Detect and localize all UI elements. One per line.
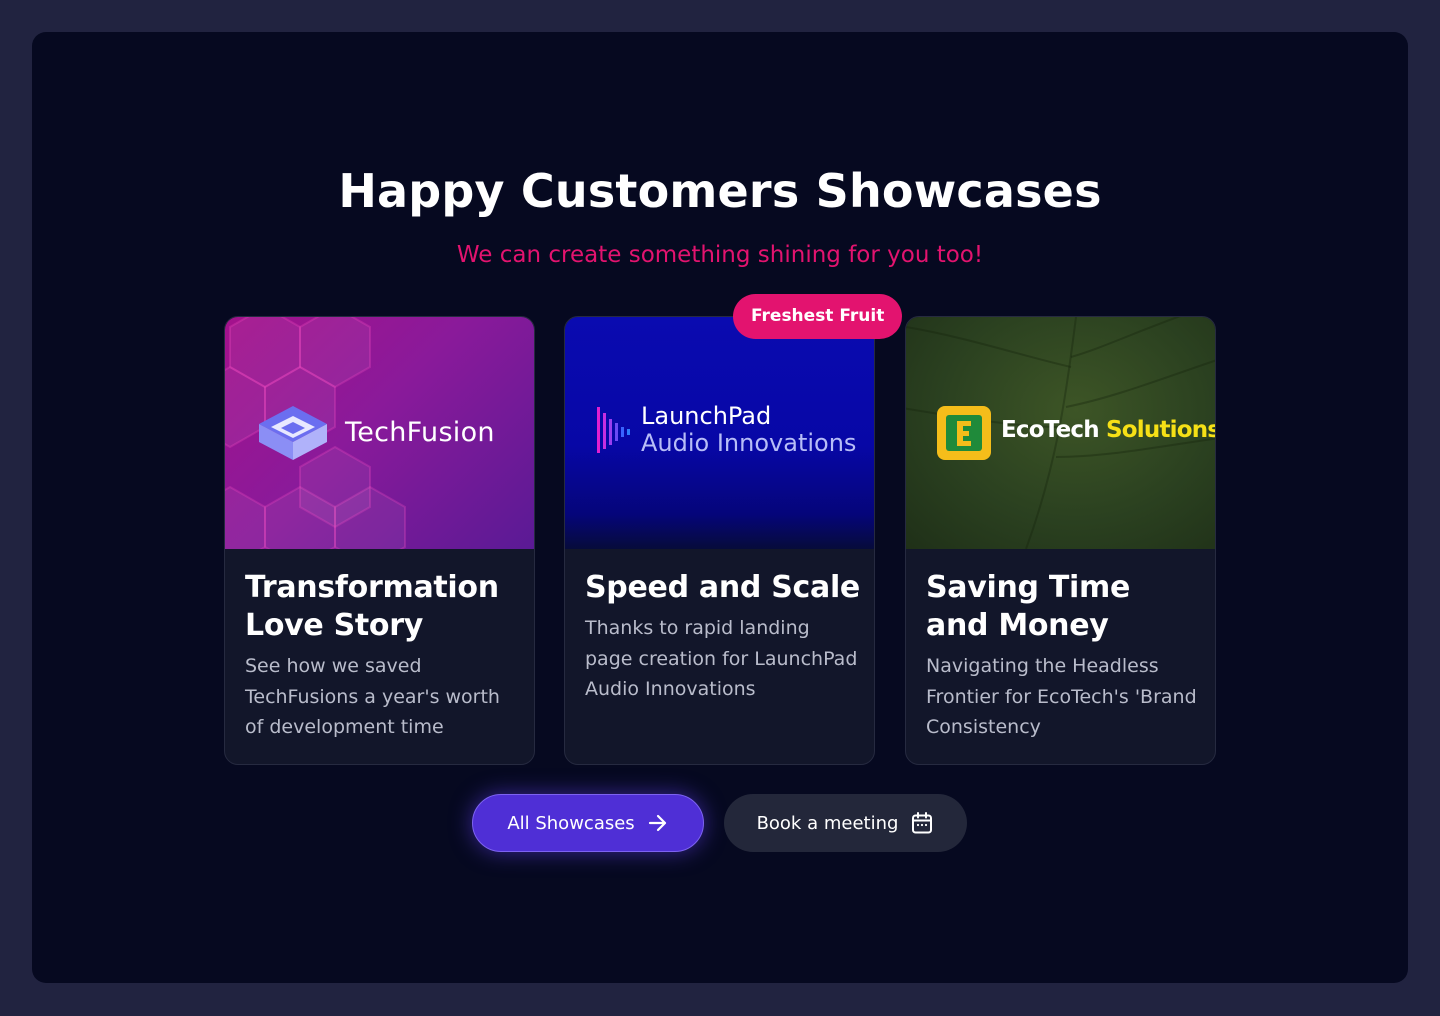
calendar-icon [912, 812, 933, 834]
card-image-techfusion: TechFusion [225, 317, 534, 549]
card-image-launchpad: LaunchPad Audio Innovations [565, 317, 874, 549]
page-subtitle: We can create something shining for you … [456, 242, 984, 268]
book-meeting-label: Book a meeting [756, 812, 899, 834]
techfusion-logo-icon [259, 406, 327, 460]
freshest-badge: Freshest Fruit [733, 294, 903, 339]
card-title: Saving Time and Money [926, 570, 1131, 643]
showcase-card-techfusion[interactable]: TechFusion Transformation Love Story See… [224, 316, 535, 765]
techfusion-logo-text: TechFusion [345, 417, 495, 448]
page-title: Happy Customers Showcases [338, 164, 1102, 218]
ecotech-logo-icon [937, 406, 991, 460]
card-description: Thanks to rapid landing page creation fo… [585, 617, 858, 700]
card-title: Speed and Scale [585, 570, 860, 605]
book-meeting-button[interactable]: Book a meeting [724, 794, 967, 852]
ecotech-logo-word1: EcoTech [1001, 417, 1100, 443]
card-description: Navigating the Headless Frontier for Eco… [926, 655, 1197, 738]
all-showcases-label: All Showcases [507, 812, 635, 834]
card-image-ecotech: EcoTech Solutions [906, 317, 1215, 549]
launchpad-waveform-icon [597, 407, 630, 453]
all-showcases-button[interactable]: All Showcases [472, 794, 704, 852]
card-title: Transformation Love Story [245, 570, 499, 643]
showcase-card-launchpad[interactable]: LaunchPad Audio Innovations Speed and Sc… [564, 316, 875, 765]
launchpad-logo-line1: LaunchPad [641, 402, 772, 430]
ecotech-logo-word2: Solutions [1106, 417, 1215, 443]
arrow-right-icon [648, 814, 666, 832]
showcase-card-ecotech[interactable]: EcoTech Solutions Saving Time and Money … [905, 316, 1216, 765]
launchpad-logo-line2: Audio Innovations [641, 429, 857, 457]
card-description: See how we saved TechFusions a year's wo… [245, 655, 500, 738]
